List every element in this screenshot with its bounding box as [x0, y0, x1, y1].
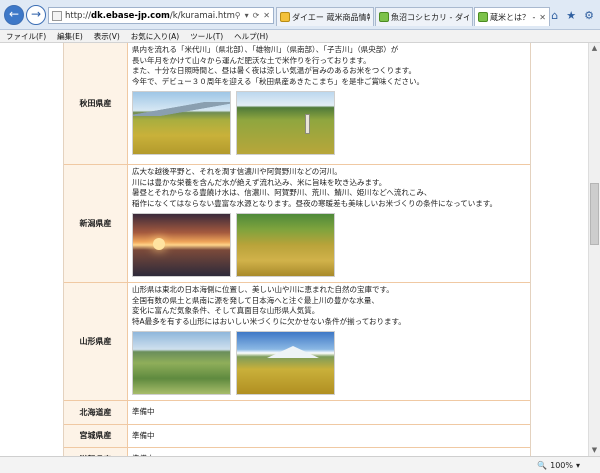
back-button[interactable]: ← — [4, 5, 24, 25]
photo-row — [132, 91, 526, 155]
photo-row — [132, 331, 526, 395]
toolbar-icons: ⌂ ★ ⚙ — [551, 9, 594, 22]
description-line: 変化に富んだ気象条件、そして真面目な山形県人気質。 — [132, 306, 320, 315]
url-prefix: http:// — [65, 10, 92, 21]
scroll-thumb[interactable] — [590, 183, 599, 245]
favorites-star-icon[interactable]: ★ — [566, 9, 576, 22]
url-text[interactable]: http://dk.ebase-jp.com/k/kuramai.html — [65, 11, 235, 21]
description-line: 川には豊かな栄養を含んだ水が絶えず流れ込み、米に旨味を吹き込みます。 — [132, 177, 387, 187]
prefecture-description: 山形県は東北の日本海側に位置し、美しい山や川に恵まれた自然の宝庫です。 全国有数… — [128, 283, 530, 400]
photo-row — [132, 213, 526, 277]
table-row-akita: 秋田県産 県内を流れる「米代川」（県北部）、「雄物川」（県南部）、「子吉川」（県… — [64, 43, 530, 165]
sun-shape — [153, 238, 165, 250]
menu-favorites[interactable]: お気に入り(A) — [131, 31, 179, 42]
stop-icon[interactable]: ✕ — [263, 11, 270, 20]
zoom-icon: 🔍 — [537, 460, 548, 470]
description-line: 暑昼とそれからなる豊饒け水は、信濃川、阿賀野川、荒川、鯖川、姫川などへ流れこみ、 — [132, 188, 432, 197]
table-row-niigata: 新潟県産 広大な越後平野と、それを潤す信濃川や阿賀野川などの河川。 川には豊かな… — [64, 165, 530, 283]
forward-arrow-icon: → — [30, 7, 42, 21]
prefecture-description: 広大な越後平野と、それを潤す信濃川や阿賀野川などの河川。 川には豊かな栄養を含ん… — [128, 165, 530, 282]
prefecture-name: 滋賀県産 — [64, 448, 128, 456]
description-line: 稲作になくてはならない豊富な水源となります。昼夜の寒暖差も美味しいお米づくりの条… — [132, 198, 498, 208]
site-favicon-icon — [379, 12, 389, 22]
table-row-yamagata: 山形県産 山形県は東北の日本海側に位置し、美しい山や川に恵まれた自然の宝庫です。… — [64, 283, 530, 401]
description-line: また、十分な日照時間と、昼は暑く夜は涼しい気温が旨みのあるお米をつくります。 — [132, 66, 416, 75]
mountain-shape — [133, 102, 230, 116]
signpost-shape — [305, 114, 310, 134]
url-domain: dk.ebase-jp.com — [91, 10, 170, 21]
home-icon[interactable]: ⌂ — [551, 9, 558, 22]
zoom-dropdown-icon[interactable]: ▾ — [576, 461, 580, 470]
site-favicon-icon — [280, 12, 290, 22]
status-text: 準備中 — [132, 430, 155, 440]
page-left-margin — [0, 43, 64, 456]
vertical-scrollbar[interactable]: ▲ ▼ — [588, 43, 600, 456]
table-row-miyagi: 宮城県産 準備中 — [64, 424, 530, 448]
tab-uonuma-koshihikari[interactable]: 魚沼コシヒカリ - ダイエー... — [375, 7, 473, 26]
rice-field-photo — [132, 91, 231, 155]
tab-label: 魚沼コシヒカリ - ダイエー... — [391, 12, 469, 22]
prefecture-name: 山形県産 — [64, 283, 128, 400]
status-text: 準備中 — [132, 407, 155, 416]
refresh-icon[interactable]: ⟳ — [253, 11, 260, 20]
tab-daiei-kuramai-info[interactable]: ダイエー 蔵米商品情報... — [276, 7, 374, 26]
status-bar: 🔍 100% ▾ — [0, 456, 600, 473]
prefecture-name: 宮城県産 — [64, 424, 128, 447]
page-viewport: 秋田県産 県内を流れる「米代川」（県北部）、「雄物川」（県南部）、「子吉川」（県… — [0, 43, 588, 456]
zoom-level[interactable]: 100% — [550, 461, 573, 470]
description-line: 県内を流れる「米代川」（県北部）、「雄物川」（県南部）、「子吉川」（県央部）が — [132, 45, 399, 54]
prefecture-rice-table: 秋田県産 県内を流れる「米代川」（県北部）、「雄物川」（県南部）、「子吉川」（県… — [64, 43, 530, 456]
status-text: 準備中 — [128, 448, 530, 456]
menu-tools[interactable]: ツール(T) — [190, 31, 223, 42]
description-line: 今年で、デビュー３０周年を迎える「秋田県産あきたこまち」を是非ご賞味ください。 — [132, 76, 424, 86]
tab-label: ダイエー 蔵米商品情報... — [292, 12, 370, 22]
sunset-sea-photo — [132, 213, 231, 277]
search-icon[interactable]: ⚲ — [235, 11, 241, 20]
dropdown-icon[interactable]: ▾ — [245, 11, 249, 20]
tab-label: 蔵米とは？ - ダイエ... — [490, 12, 537, 22]
forward-button[interactable]: → — [26, 5, 46, 25]
url-path: /k/kuramai.html — [169, 10, 235, 21]
prefecture-name: 秋田県産 — [64, 43, 128, 164]
menu-view[interactable]: 表示(V) — [94, 31, 120, 42]
snow-peak-shape — [267, 346, 319, 358]
address-bar[interactable]: http://dk.ebase-jp.com/k/kuramai.html ⚲ … — [48, 7, 274, 24]
page-right-margin — [530, 43, 588, 456]
valley-fields-photo — [132, 331, 231, 395]
prefecture-name: 新潟県産 — [64, 165, 128, 282]
settings-gear-icon[interactable]: ⚙ — [584, 9, 594, 22]
rice-field-mountain-photo — [236, 331, 335, 395]
description-line: 山形県は東北の日本海側に位置し、美しい山や川に恵まれた自然の宝庫です。 — [132, 285, 394, 294]
prefecture-name: 北海道産 — [64, 401, 128, 424]
menu-bar: ファイル(F) 編集(E) 表示(V) お気に入り(A) ツール(T) ヘルプ(… — [0, 30, 600, 43]
tab-close-icon[interactable]: ✕ — [539, 13, 546, 22]
description-line: 広大な越後平野と、それを潤す信濃川や阿賀野川などの河川。 — [132, 167, 342, 176]
page-favicon-icon — [52, 10, 62, 21]
scroll-down-icon[interactable]: ▼ — [589, 445, 600, 456]
back-arrow-icon: ← — [8, 7, 20, 21]
menu-help[interactable]: ヘルプ(H) — [234, 31, 268, 42]
description-line: 全国有数の県土と県南に源を発して日本海へと注ぐ最上川の豊かな水量、 — [132, 295, 379, 305]
scroll-up-icon[interactable]: ▲ — [589, 43, 600, 54]
description-line: 特A最多を有する山形にはおいしい米づくりに欠かせない条件が揃っております。 — [132, 316, 406, 326]
browser-titlebar: ← → http://dk.ebase-jp.com/k/kuramai.htm… — [0, 0, 600, 30]
site-favicon-icon — [478, 12, 488, 22]
tab-kuramai-towa[interactable]: 蔵米とは？ - ダイエ... ✕ — [474, 7, 550, 26]
rice-paddy-signpost-photo — [236, 91, 335, 155]
prefecture-description: 県内を流れる「米代川」（県北部）、「雄物川」（県南部）、「子吉川」（県央部）が … — [128, 43, 530, 164]
ripe-rice-photo — [236, 213, 335, 277]
menu-file[interactable]: ファイル(F) — [6, 31, 46, 42]
description-line: 長い年月をかけて山々から運んだ肥沃な土で米作りを行っております。 — [132, 55, 371, 65]
table-row-hokkaido: 北海道産 準備中 — [64, 401, 530, 425]
address-tools: ⚲ ▾ ⟳ ✕ — [235, 11, 273, 20]
menu-edit[interactable]: 編集(E) — [57, 31, 83, 42]
table-row-shiga: 滋賀県産 準備中 — [64, 448, 530, 456]
